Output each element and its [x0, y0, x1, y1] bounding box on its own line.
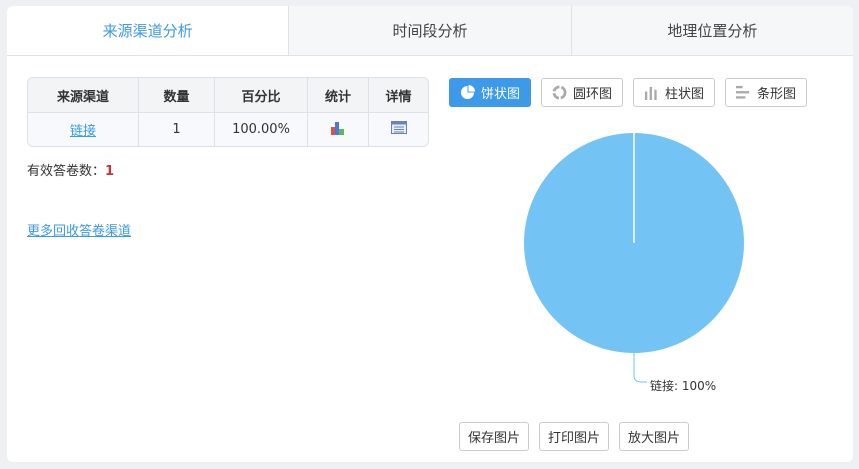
- pie-chart: 链接: 100%: [524, 133, 744, 393]
- col-count: 数量: [138, 78, 214, 113]
- valid-label: 有效答卷数：: [27, 164, 106, 179]
- column-chart-button[interactable]: 柱状图: [633, 78, 716, 107]
- detail-list-icon[interactable]: [390, 121, 407, 134]
- col-stats: 统计: [307, 78, 368, 113]
- chart-actions: 保存图片 打印图片 放大图片: [459, 422, 690, 451]
- bar-chart-button[interactable]: 条形图: [725, 78, 808, 107]
- analysis-tabs: 来源渠道分析 时间段分析 地理位置分析: [7, 6, 853, 56]
- chart-type-buttons: 饼状图 圆环图 柱状图 条形图: [449, 78, 808, 107]
- valid-count: 1: [105, 164, 115, 179]
- channel-link[interactable]: 链接: [70, 124, 96, 139]
- save-image-button[interactable]: 保存图片: [459, 422, 530, 451]
- column-label: 柱状图: [665, 87, 705, 102]
- tab-geo-location[interactable]: 地理位置分析: [570, 6, 853, 55]
- pie-chart-button[interactable]: 饼状图: [449, 78, 532, 107]
- bar-chart-icon[interactable]: [330, 121, 346, 135]
- label-leader-line: [633, 353, 647, 383]
- col-channel: 来源渠道: [28, 78, 138, 113]
- pie-label: 饼状图: [481, 87, 521, 102]
- donut-chart-button[interactable]: 圆环图: [541, 78, 624, 107]
- slice-label: 链接: 100%: [650, 378, 716, 393]
- donut-label: 圆环图: [573, 87, 613, 102]
- valid-responses: 有效答卷数：1: [27, 160, 114, 179]
- print-image-button[interactable]: 打印图片: [539, 422, 610, 451]
- table-header: 来源渠道 数量 百分比 统计 详情: [28, 78, 428, 113]
- bar-icon: [736, 85, 750, 99]
- channel-table: 来源渠道 数量 百分比 统计 详情 链接 1 100.00%: [27, 77, 429, 147]
- percent-cell: 100.00%: [214, 113, 307, 146]
- table-row: 链接 1 100.00%: [28, 113, 428, 146]
- donut-icon: [552, 85, 567, 100]
- more-channels-link[interactable]: 更多回收答卷渠道: [27, 220, 131, 239]
- column-icon: [644, 86, 657, 100]
- tab-source-channel[interactable]: 来源渠道分析: [7, 6, 289, 55]
- tab-time-period[interactable]: 时间段分析: [288, 6, 571, 55]
- col-detail: 详情: [368, 78, 428, 113]
- pie-icon: [460, 85, 475, 100]
- count-cell: 1: [138, 113, 214, 146]
- enlarge-image-button[interactable]: 放大图片: [619, 422, 690, 451]
- col-percent: 百分比: [214, 78, 307, 113]
- channel-analysis-card: 来源渠道分析 时间段分析 地理位置分析 来源渠道 数量 百分比 统计 详情 链接…: [7, 6, 853, 462]
- bar-label: 条形图: [757, 87, 797, 102]
